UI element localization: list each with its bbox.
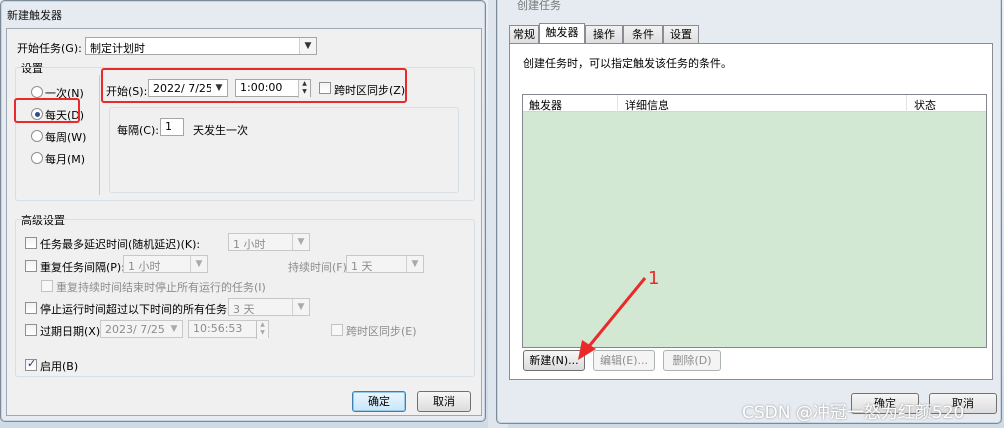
arrow-shaft bbox=[584, 277, 647, 351]
column-divider bbox=[906, 95, 907, 112]
radio-weekly[interactable] bbox=[31, 130, 43, 142]
chevron-down-icon: ▼ bbox=[292, 299, 309, 315]
annotation-arrow-icon bbox=[578, 277, 647, 360]
duration-select[interactable]: 1 天 ▼ bbox=[346, 255, 424, 273]
dialog-client-area: 开始任务(G): 制定计划时 ▼ 设置 一次(N) 每天(D) 每周(W) 每月… bbox=[6, 28, 482, 416]
expire-sync-checkbox[interactable] bbox=[331, 324, 343, 336]
begin-task-select[interactable]: 制定计划时 ▼ bbox=[85, 37, 317, 55]
expire-checkbox[interactable] bbox=[25, 324, 37, 336]
expire-time-input[interactable]: 10:56:53 ▲ ▼ bbox=[188, 320, 269, 339]
time-spinner-icon[interactable]: ▲ ▼ bbox=[256, 321, 268, 339]
column-trigger[interactable]: 触发器 bbox=[529, 97, 562, 113]
settings-divider bbox=[99, 75, 100, 195]
enabled-checkbox[interactable] bbox=[25, 357, 37, 371]
delete-trigger-button[interactable]: 删除(D) bbox=[663, 350, 721, 371]
tab-conditions[interactable]: 条件 bbox=[623, 25, 663, 43]
chevron-down-icon: ▼ bbox=[292, 234, 309, 250]
chevron-down-icon: ▼ bbox=[190, 256, 207, 272]
chevron-down-icon: ▼ bbox=[166, 321, 182, 337]
daily-highlight-box bbox=[14, 98, 80, 123]
expire-sync-label: 跨时区同步(E) bbox=[346, 325, 417, 338]
start-highlight-box bbox=[101, 68, 407, 103]
list-header: 触发器 详细信息 状态 bbox=[523, 95, 986, 112]
column-divider bbox=[617, 95, 618, 112]
watermark: CSDN @冲冠一怒为红颜520 bbox=[742, 403, 965, 423]
delay-label: 任务最多延迟时间(随机延迟)(K): bbox=[40, 238, 201, 251]
stop-all-checkbox[interactable] bbox=[41, 280, 53, 292]
repeat-label: 重复任务间隔(P): bbox=[40, 261, 125, 274]
duration-label: 持续时间(F): bbox=[288, 261, 351, 274]
delay-checkbox[interactable] bbox=[25, 237, 37, 249]
delay-select[interactable]: 1 小时 ▼ bbox=[228, 233, 310, 251]
recur-suffix: 天发生一次 bbox=[193, 124, 248, 137]
expire-label: 过期日期(X): bbox=[40, 325, 104, 338]
radio-monthly-label: 每月(M) bbox=[45, 153, 86, 166]
repeat-interval-select[interactable]: 1 小时 ▼ bbox=[123, 255, 208, 273]
triggers-description: 创建任务时，可以指定触发该任务的条件。 bbox=[523, 57, 732, 70]
expire-date-picker[interactable]: 2023/ 7/25 ▼ bbox=[100, 320, 183, 338]
chevron-down-icon: ▼ bbox=[406, 256, 423, 272]
tab-triggers[interactable]: 触发器 bbox=[539, 23, 585, 43]
new-trigger-dialog: 新建触发器 开始任务(G): 制定计划时 ▼ 设置 一次(N) 每天(D) 每周… bbox=[0, 0, 486, 422]
enabled-label: 启用(B) bbox=[40, 360, 79, 373]
tab-settings[interactable]: 设置 bbox=[663, 25, 699, 43]
tab-actions[interactable]: 操作 bbox=[585, 25, 623, 43]
stop-all-label: 重复持续时间结束时停止所有运行的任务(I) bbox=[56, 281, 266, 294]
recur-label: 每隔(C): bbox=[117, 124, 159, 137]
radio-once[interactable] bbox=[31, 86, 43, 98]
tab-general[interactable]: 常规 bbox=[509, 25, 539, 43]
cancel-button[interactable]: 取消 bbox=[417, 391, 471, 412]
chevron-down-icon: ▼ bbox=[299, 38, 316, 54]
annotation-number: 1 bbox=[648, 268, 660, 289]
recur-days-input[interactable]: 1 bbox=[160, 118, 184, 136]
repeat-checkbox[interactable] bbox=[25, 260, 37, 272]
stop-long-select[interactable]: 3 天 ▼ bbox=[228, 298, 310, 316]
stop-long-checkbox[interactable] bbox=[25, 302, 37, 314]
stop-long-label: 停止运行时间超过以下时间的所有任务(L): bbox=[40, 303, 246, 316]
dialog-title: 创建任务 bbox=[517, 0, 561, 12]
radio-monthly[interactable] bbox=[31, 152, 43, 164]
begin-task-label: 开始任务(G): bbox=[17, 42, 82, 55]
dialog-title: 新建触发器 bbox=[7, 9, 62, 22]
column-status[interactable]: 状态 bbox=[914, 97, 936, 113]
create-task-dialog: 创建任务 常规 触发器 操作 条件 设置 创建任务时，可以指定触发该任务的条件。… bbox=[496, 0, 1002, 424]
radio-weekly-label: 每周(W) bbox=[45, 131, 87, 144]
column-details[interactable]: 详细信息 bbox=[625, 97, 669, 113]
ok-button[interactable]: 确定 bbox=[352, 391, 406, 412]
